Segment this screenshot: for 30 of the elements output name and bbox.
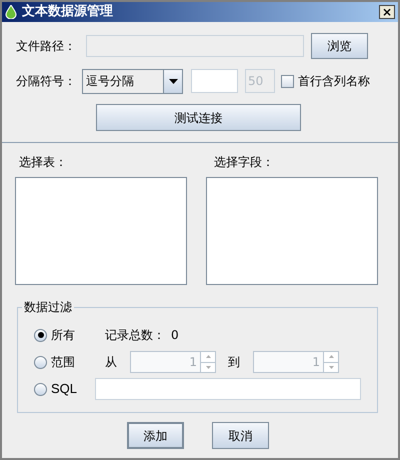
field-label: 文件路径： [16,38,77,55]
window-title: 文本数据源管理 [22,2,113,22]
radio-button[interactable] [34,356,47,368]
radio-button[interactable] [34,382,47,396]
close-button[interactable]: × [379,5,395,19]
radio-button[interactable] [34,328,47,342]
range-label: 到 [228,354,241,371]
dialog-button[interactable]: 取消 [212,422,269,449]
delimiter-dropdown[interactable]: 逗号分隔 [82,68,183,94]
checkbox[interactable] [281,74,294,88]
caret-icon [168,78,178,84]
radio-label[interactable]: SQL [51,379,95,399]
droplet-icon [5,5,17,19]
record-count: 0 [171,327,179,344]
delimiter-field[interactable] [191,69,238,93]
list-label: 选择表： [19,154,68,171]
range-label: 从 [105,354,118,371]
sql-field[interactable] [95,378,361,400]
list-label: 选择字段： [214,154,275,171]
radio-label[interactable]: 所有 [51,326,95,344]
table-list[interactable] [15,177,187,285]
radio-label[interactable]: 范围 [51,353,95,371]
test-connection-button[interactable]: 测试连接 [96,104,301,131]
browse-button[interactable]: 浏览 [311,33,368,59]
group-title: 数据过滤 [22,299,74,315]
record-count-label: 记录总数： [105,327,165,344]
field-label: 分隔符号： [16,73,77,90]
field-list[interactable] [206,177,378,285]
dialog-button[interactable]: 添加 [127,422,184,449]
checkbox-label: 首行含列名称 [298,73,370,90]
